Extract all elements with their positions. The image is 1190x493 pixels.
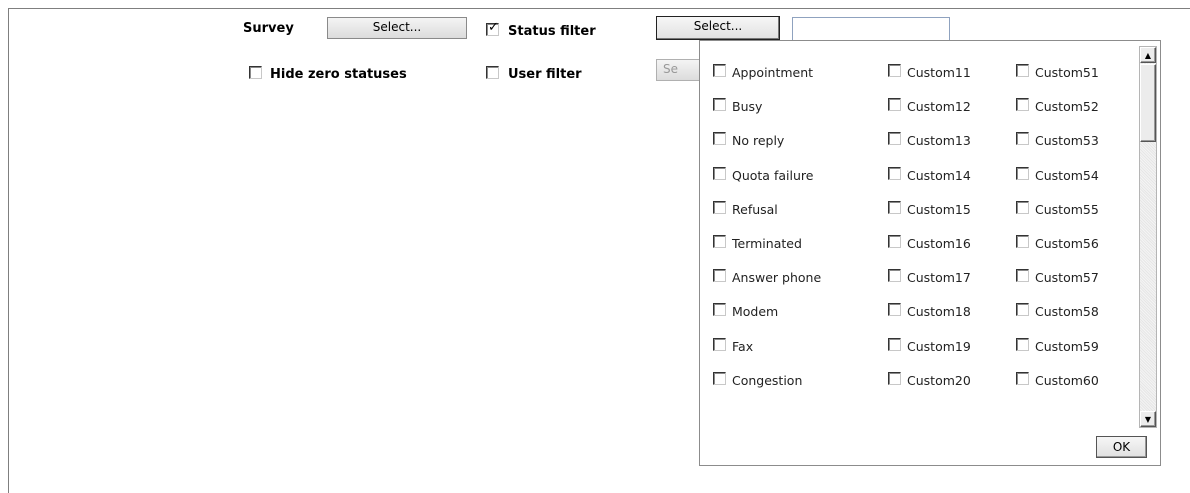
status-option-label: Answer phone: [732, 270, 822, 285]
status-option-checkbox[interactable]: [713, 235, 726, 248]
status-option-label: Custom12: [907, 99, 971, 114]
status-option-label: Custom17: [907, 270, 971, 285]
status-option-checkbox[interactable]: [888, 235, 901, 248]
status-option-label: Refusal: [732, 202, 778, 217]
status-option-checkbox[interactable]: [888, 132, 901, 145]
status-option-label: Custom60: [1035, 373, 1099, 388]
ok-button[interactable]: OK: [1096, 436, 1147, 458]
status-option-checkbox[interactable]: [1016, 201, 1029, 214]
status-option-label: Modem: [732, 304, 779, 319]
status-option-checkbox[interactable]: [713, 269, 726, 282]
status-option-label: Custom57: [1035, 270, 1099, 285]
survey-label: Survey: [243, 21, 294, 36]
status-option-label: Custom59: [1035, 339, 1099, 354]
status-option-checkbox[interactable]: [1016, 338, 1029, 351]
arrow-down-icon[interactable]: ▼: [1140, 411, 1156, 427]
status-option-checkbox[interactable]: [713, 64, 726, 77]
status-option-checkbox[interactable]: [888, 303, 901, 316]
status-option-label: Custom20: [907, 373, 971, 388]
status-option-label: Busy: [732, 99, 763, 114]
status-option-label: Terminated: [732, 236, 802, 251]
status-option-checkbox[interactable]: [1016, 303, 1029, 316]
status-option-label: Custom11: [907, 65, 971, 80]
status-option-label: Custom18: [907, 304, 971, 319]
status-option-checkbox[interactable]: [713, 201, 726, 214]
user-filter-checkbox[interactable]: [486, 66, 499, 79]
status-option-label: Custom58: [1035, 304, 1099, 319]
checkmark-icon: ✓: [488, 20, 499, 35]
status-option-checkbox[interactable]: [1016, 64, 1029, 77]
status-option-checkbox[interactable]: [1016, 372, 1029, 385]
status-option-label: Appointment: [732, 65, 814, 80]
status-filter-label: Status filter: [508, 24, 596, 39]
status-option-checkbox[interactable]: [888, 372, 901, 385]
status-option-label: Quota failure: [732, 168, 814, 183]
status-option-label: Fax: [732, 339, 754, 354]
scrollbar-thumb[interactable]: [1140, 64, 1156, 142]
status-filter-checkbox[interactable]: ✓: [486, 20, 499, 36]
hide-zero-statuses-checkbox[interactable]: [249, 66, 262, 79]
status-option-checkbox[interactable]: [713, 98, 726, 111]
status-option-checkbox[interactable]: [1016, 167, 1029, 180]
status-option-checkbox[interactable]: [888, 167, 901, 180]
status-option-checkbox[interactable]: [888, 201, 901, 214]
status-option-checkbox[interactable]: [888, 338, 901, 351]
status-option-checkbox[interactable]: [713, 167, 726, 180]
status-option-label: Custom53: [1035, 133, 1099, 148]
arrow-up-icon[interactable]: ▲: [1140, 47, 1156, 63]
status-option-label: Congestion: [732, 373, 803, 388]
status-option-label: Custom52: [1035, 99, 1099, 114]
status-option-checkbox[interactable]: [888, 98, 901, 111]
status-option-label: Custom55: [1035, 202, 1099, 217]
user-filter-label: User filter: [508, 67, 582, 82]
status-text-field[interactable]: [792, 17, 950, 41]
status-option-checkbox[interactable]: [888, 269, 901, 282]
status-select-button[interactable]: Select...: [656, 16, 780, 40]
status-option-checkbox[interactable]: [888, 64, 901, 77]
status-option-label: Custom51: [1035, 65, 1099, 80]
status-option-label: Custom56: [1035, 236, 1099, 251]
popup-scrollbar[interactable]: ▲ ▼: [1139, 46, 1157, 428]
status-option-label: Custom54: [1035, 168, 1099, 183]
status-option-label: Custom16: [907, 236, 971, 251]
status-option-checkbox[interactable]: [1016, 269, 1029, 282]
status-option-checkbox[interactable]: [1016, 235, 1029, 248]
survey-select-button[interactable]: Select...: [327, 17, 467, 39]
status-option-label: Custom14: [907, 168, 971, 183]
status-select-popup: Appointment Busy No reply Quota failure Refu…: [699, 40, 1161, 466]
status-option-checkbox[interactable]: [713, 372, 726, 385]
status-option-checkbox[interactable]: [1016, 98, 1029, 111]
status-option-checkbox[interactable]: [713, 338, 726, 351]
hide-zero-statuses-label: Hide zero statuses: [270, 67, 407, 82]
status-option-checkbox[interactable]: [1016, 132, 1029, 145]
status-option-label: Custom19: [907, 339, 971, 354]
status-option-label: Custom13: [907, 133, 971, 148]
status-option-checkbox[interactable]: [713, 132, 726, 145]
status-option-label: No reply: [732, 133, 785, 148]
status-option-checkbox[interactable]: [713, 303, 726, 316]
status-option-label: Custom15: [907, 202, 971, 217]
